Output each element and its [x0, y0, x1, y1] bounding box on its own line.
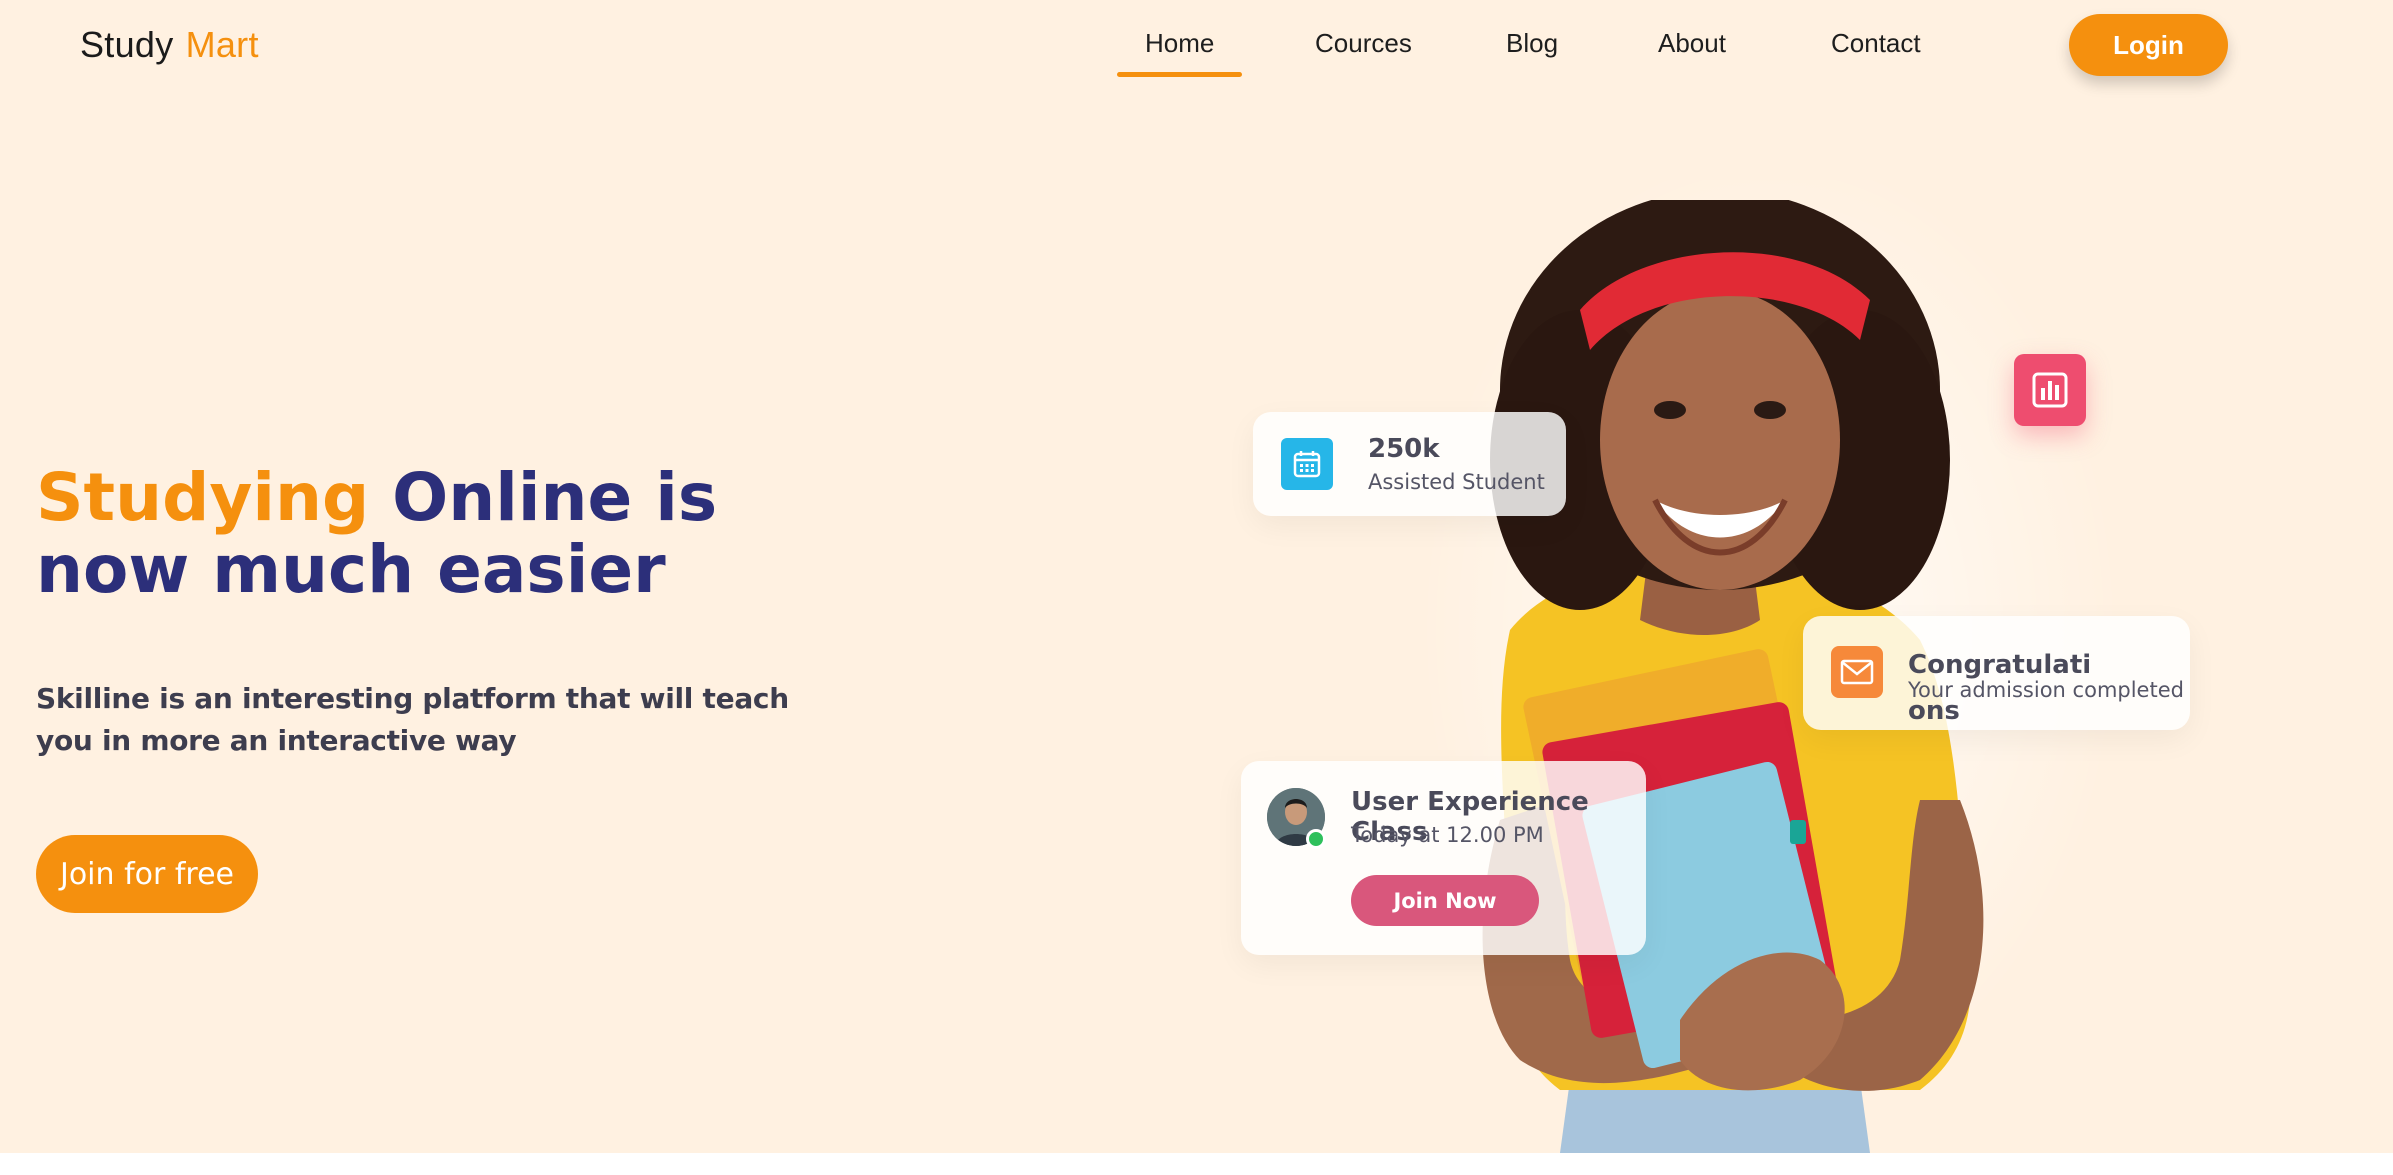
hero-title-highlight: Studying [36, 459, 370, 536]
login-button[interactable]: Login [2069, 14, 2228, 76]
brand-second: Mart [185, 24, 259, 65]
mail-icon [1831, 646, 1883, 698]
brand-logo[interactable]: Study Mart [80, 24, 259, 66]
class-time: Today at 12.00 PM [1351, 823, 1544, 847]
online-status-dot [1306, 829, 1326, 849]
class-card: User Experience Class Today at 12.00 PM … [1241, 761, 1646, 955]
join-for-free-button[interactable]: Join for free [36, 835, 258, 913]
nav-item-home[interactable]: Home [1116, 28, 1243, 77]
congratulations-card: Congratulati ons Your admission complete… [1803, 616, 2190, 730]
bar-chart-icon[interactable] [2014, 354, 2086, 426]
calendar-icon [1281, 438, 1333, 490]
assisted-student-card: 250k Assisted Student [1253, 412, 1566, 516]
hero-subtitle: Skilline is an interesting platform that… [36, 682, 789, 757]
nav-item-about[interactable]: About [1658, 28, 1726, 59]
stat-label: Assisted Student [1368, 470, 1545, 494]
nav-item-contact[interactable]: Contact [1831, 28, 1921, 59]
hero-title: Studying Online is now much easier [36, 462, 796, 606]
brand-first: Study [80, 24, 174, 65]
nav-item-blog[interactable]: Blog [1506, 28, 1558, 59]
stat-value: 250k [1368, 434, 1440, 464]
join-now-button[interactable]: Join Now [1351, 875, 1539, 926]
congrats-text: Your admission completed [1908, 678, 2184, 702]
nav-item-cources[interactable]: Cources [1315, 28, 1412, 59]
